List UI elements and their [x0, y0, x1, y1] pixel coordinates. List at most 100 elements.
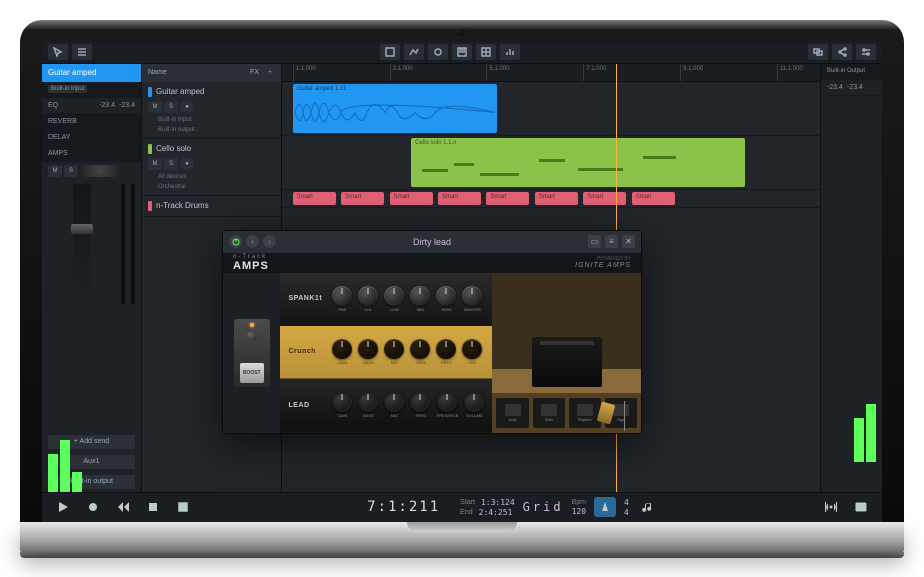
- mute-button[interactable]: M: [148, 101, 162, 113]
- plugin-close-icon[interactable]: ✕: [622, 235, 635, 248]
- settings-icon[interactable]: [856, 44, 876, 60]
- amp-head-lead[interactable]: LEAD GAIN BASS MID TREB PRESENCE VOLUME: [280, 379, 492, 432]
- cast-icon[interactable]: [850, 497, 872, 517]
- eq-label: EQ: [48, 102, 58, 109]
- amp-knob[interactable]: [384, 339, 404, 359]
- midi-clip[interactable]: Cello solo 1.1.n: [411, 138, 745, 187]
- menu-icon[interactable]: [72, 44, 92, 60]
- song-icon[interactable]: [637, 497, 659, 517]
- pointer-tool-icon[interactable]: [48, 44, 68, 60]
- drum-clip[interactable]: Smart: [390, 192, 433, 205]
- amp-knob[interactable]: [462, 339, 482, 359]
- drum-clip[interactable]: Smart: [632, 192, 675, 205]
- plugin-power-icon[interactable]: [229, 235, 242, 248]
- speaker-cabinet[interactable]: [532, 337, 602, 387]
- amp-knob[interactable]: [462, 286, 482, 306]
- drum-clip[interactable]: Smart: [535, 192, 578, 205]
- metronome-icon[interactable]: [594, 497, 616, 517]
- stop-button[interactable]: [142, 497, 164, 517]
- amp-knob[interactable]: [384, 286, 404, 306]
- broadcast-icon[interactable]: [820, 497, 842, 517]
- solo-button[interactable]: S: [164, 101, 178, 113]
- db-readout-r: -23.4: [119, 102, 135, 109]
- track-row[interactable]: n-Track Drums: [142, 196, 281, 217]
- folder-icon[interactable]: ▭: [588, 235, 601, 248]
- amp-knob[interactable]: [410, 392, 430, 412]
- drum-clip[interactable]: Smart: [438, 192, 481, 205]
- amp-knob[interactable]: [410, 339, 430, 359]
- record-button[interactable]: [82, 497, 104, 517]
- time-ruler[interactable]: 1.1.000 3.1.000 5.1.000 7.1.000 9.1.000 …: [282, 64, 820, 82]
- plugin-menu-icon[interactable]: ≡: [605, 235, 618, 248]
- amp-knob[interactable]: [358, 339, 378, 359]
- arm-button[interactable]: ●: [180, 158, 194, 170]
- screens-icon[interactable]: [808, 44, 828, 60]
- cab-preset[interactable]: Rhythm: [569, 398, 601, 428]
- loop-start[interactable]: 1:3:124: [481, 498, 515, 507]
- plugin-next-icon[interactable]: ›: [263, 235, 276, 248]
- timesig-top[interactable]: 4: [624, 498, 629, 507]
- amp-knob[interactable]: [358, 392, 378, 412]
- play-button[interactable]: [52, 497, 74, 517]
- solo-button[interactable]: S: [64, 165, 78, 177]
- amp-knob[interactable]: [332, 286, 352, 306]
- loop-end[interactable]: 2:4:251: [479, 508, 513, 517]
- fx-slot-reverb[interactable]: REVERB: [42, 114, 141, 130]
- view-mixer-icon[interactable]: [428, 44, 448, 60]
- pedal-footswitch[interactable]: BOOST: [240, 363, 264, 383]
- amp-knob[interactable]: [384, 392, 404, 412]
- mute-button[interactable]: M: [48, 165, 62, 177]
- share-icon[interactable]: [832, 44, 852, 60]
- amp-head-crunch[interactable]: Crunch GAIN BASS MID TREB PRES VOL: [280, 326, 492, 379]
- time-counter[interactable]: 7:1:211: [355, 499, 452, 515]
- boost-pedal[interactable]: BOOST: [234, 319, 270, 387]
- plugin-prev-icon[interactable]: ‹: [246, 235, 259, 248]
- mute-button[interactable]: M: [148, 158, 162, 170]
- amp-knob[interactable]: [437, 392, 457, 412]
- drum-clip[interactable]: Smart: [583, 192, 626, 205]
- arm-button[interactable]: ●: [180, 101, 194, 113]
- amp-plugin-window[interactable]: ‹ › Dirty lead ▭ ≡ ✕ n-TrackAMPS POWERED…: [222, 230, 642, 434]
- view-automation-icon[interactable]: [404, 44, 424, 60]
- rewind-button[interactable]: [112, 497, 134, 517]
- track-row[interactable]: Cello solo MS● All devices Orchestral: [142, 139, 281, 196]
- view-levels-icon[interactable]: [500, 44, 520, 60]
- drum-clip[interactable]: Smart: [293, 192, 336, 205]
- snap-mode[interactable]: Grid: [523, 500, 564, 514]
- inspector-track-name[interactable]: Guitar amped: [42, 64, 141, 82]
- meter-bar: [866, 404, 876, 462]
- col-fx: FX: [250, 69, 259, 76]
- plugin-preset-name[interactable]: Dirty lead: [280, 237, 584, 247]
- add-fx-icon[interactable]: +: [265, 68, 275, 78]
- transport-bar: 7:1:211 Start1:3:124 End2:4:251 Grid Bpm…: [42, 492, 882, 522]
- solo-button[interactable]: S: [164, 158, 178, 170]
- pedal-led-icon: [250, 323, 254, 327]
- input-selector[interactable]: Built-in Input: [48, 85, 87, 93]
- cab-preset[interactable]: Solo: [533, 398, 565, 428]
- amp-knob[interactable]: [332, 392, 352, 412]
- drum-clip[interactable]: Smart: [341, 192, 384, 205]
- fx-slot-amps[interactable]: AMPS: [42, 146, 141, 162]
- timesig-bot[interactable]: 4: [624, 508, 629, 517]
- amp-knob[interactable]: [464, 392, 484, 412]
- amp-knob[interactable]: [358, 286, 378, 306]
- output-label[interactable]: Built-in Output: [821, 64, 882, 80]
- pedal-knob[interactable]: [247, 331, 257, 341]
- view-grid-icon[interactable]: [476, 44, 496, 60]
- loop-button[interactable]: [172, 497, 194, 517]
- amp-knob[interactable]: [332, 339, 352, 359]
- view-tracks-icon[interactable]: [380, 44, 400, 60]
- track-row[interactable]: Guitar amped MS● Built-in Input Built-in…: [142, 82, 281, 139]
- cab-preset[interactable]: Amp: [496, 398, 528, 428]
- volume-fader[interactable]: [73, 184, 91, 304]
- fx-slot-delay[interactable]: DELAY: [42, 130, 141, 146]
- pan-knob[interactable]: [80, 165, 120, 177]
- amp-knob[interactable]: [436, 339, 456, 359]
- view-piano-icon[interactable]: [452, 44, 472, 60]
- amp-head-clean[interactable]: SPANK1t PRE VOL LOW MID HIGH MASTER: [280, 273, 492, 326]
- audio-clip[interactable]: Guitar amped 1.01: [293, 84, 497, 133]
- tempo[interactable]: 120: [572, 507, 586, 516]
- amp-knob[interactable]: [436, 286, 456, 306]
- amp-knob[interactable]: [410, 286, 430, 306]
- drum-clip[interactable]: Smart: [486, 192, 529, 205]
